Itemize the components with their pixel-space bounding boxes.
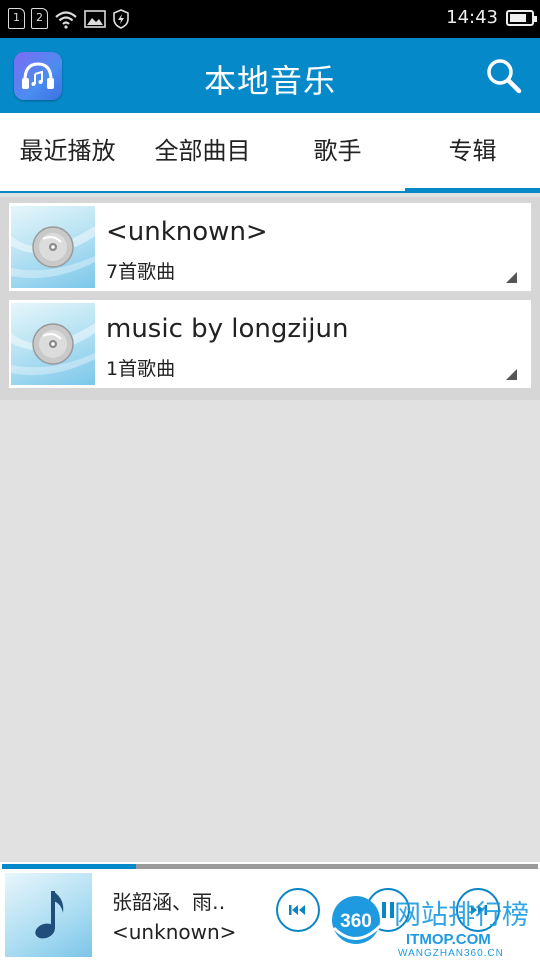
album-cover bbox=[11, 303, 95, 385]
album-track-count: 1首歌曲 bbox=[106, 358, 176, 380]
next-icon bbox=[471, 905, 487, 915]
album-name: music by longzijun bbox=[106, 314, 349, 344]
album-cover bbox=[11, 206, 95, 288]
status-bar: 1 2 14:43 bbox=[0, 0, 540, 38]
next-button[interactable] bbox=[456, 888, 500, 932]
cd-icon bbox=[11, 226, 95, 279]
status-right: 14:43 bbox=[446, 7, 537, 28]
music-note-icon bbox=[35, 891, 64, 939]
album-name: <unknown> bbox=[106, 217, 268, 247]
tab-all-tracks[interactable]: 全部曲目 bbox=[135, 113, 270, 191]
now-playing-artist: <unknown> bbox=[112, 920, 237, 944]
playback-progress-fill bbox=[2, 864, 136, 869]
list-item[interactable]: music by longzijun 1首歌曲 bbox=[9, 300, 531, 388]
status-left: 1 2 bbox=[8, 8, 130, 29]
tab-artists[interactable]: 歌手 bbox=[270, 113, 405, 191]
wifi-icon bbox=[55, 10, 77, 29]
playback-progress[interactable] bbox=[2, 864, 538, 869]
previous-icon bbox=[289, 905, 305, 915]
image-notification-icon bbox=[84, 9, 106, 28]
cd-icon bbox=[11, 323, 95, 376]
tab-recent[interactable]: 最近播放 bbox=[0, 113, 135, 191]
now-playing-title: 张韶涵、雨‥ bbox=[112, 890, 226, 914]
search-icon bbox=[487, 59, 522, 94]
shield-icon bbox=[113, 8, 129, 29]
list-item[interactable]: <unknown> 7首歌曲 bbox=[9, 203, 531, 291]
clock: 14:43 bbox=[446, 7, 498, 28]
app-header: 本地音乐 bbox=[0, 38, 540, 113]
previous-button[interactable] bbox=[276, 888, 320, 932]
search-button[interactable] bbox=[484, 56, 524, 96]
page-title: 本地音乐 bbox=[203, 62, 336, 100]
album-list: <unknown> 7首歌曲 music by longzijun 1首歌曲 bbox=[0, 197, 540, 400]
sim2-icon: 2 bbox=[31, 8, 48, 29]
pause-button[interactable] bbox=[366, 888, 410, 932]
album-track-count: 7首歌曲 bbox=[106, 261, 176, 283]
corner-triangle-icon bbox=[506, 272, 517, 283]
tab-albums[interactable]: 专辑 bbox=[405, 113, 540, 193]
pause-icon bbox=[382, 902, 394, 918]
corner-triangle-icon bbox=[506, 369, 517, 380]
battery-icon bbox=[506, 9, 537, 26]
now-playing-bar[interactable]: 张韶涵、雨‥ <unknown> bbox=[0, 862, 540, 960]
now-playing-art[interactable] bbox=[5, 873, 92, 957]
battery-level bbox=[510, 13, 527, 22]
tab-bar: 最近播放 全部曲目 歌手 专辑 bbox=[0, 113, 540, 193]
sim1-icon: 1 bbox=[8, 8, 25, 29]
